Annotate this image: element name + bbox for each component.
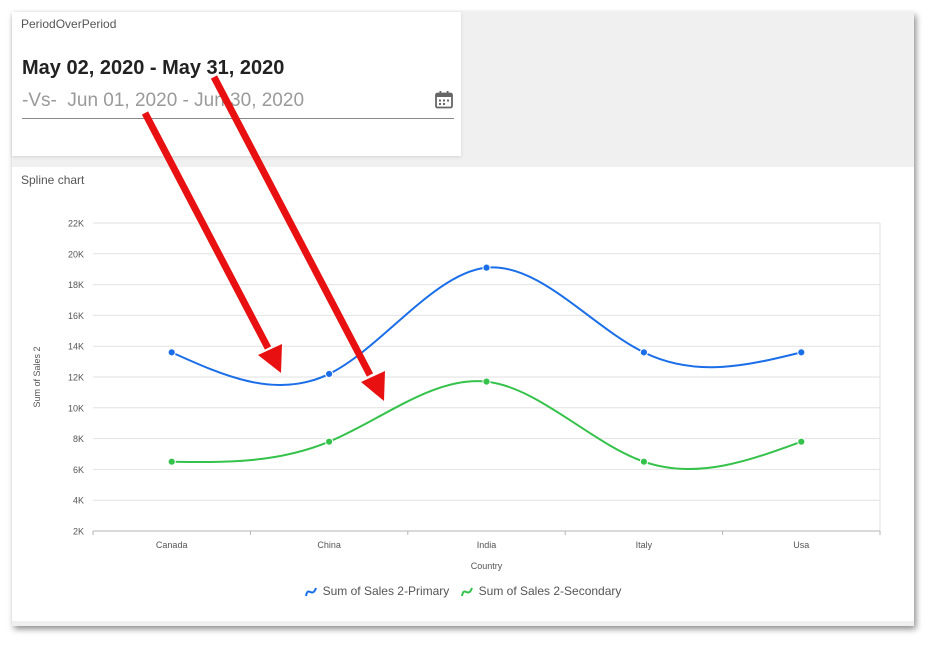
- x-tick-label: Usa: [793, 540, 809, 550]
- spline-series-icon: [304, 587, 317, 597]
- y-tick-label: 22K: [68, 219, 84, 229]
- data-point: [167, 348, 176, 357]
- data-point: [639, 457, 649, 466]
- compare-date-range-text: -Vs- Jun 01, 2020 - Jun 30, 2020: [22, 90, 305, 111]
- y-tick-label: 12K: [68, 373, 84, 383]
- period-over-period-card: PeriodOverPeriod May 02, 2020 - May 31, …: [12, 12, 461, 156]
- y-axis-title: Sum of Sales 2: [32, 346, 42, 407]
- card-title: PeriodOverPeriod: [21, 17, 117, 31]
- x-tick-label: Italy: [636, 540, 653, 550]
- y-tick-label: 2K: [73, 527, 84, 537]
- series-line: [171, 380, 802, 471]
- data-point: [325, 369, 334, 379]
- data-point: [167, 457, 176, 466]
- spline-chart: 2K 4K 6K 8K 10K 12K 14K 16K 18K 20K 22K Canada China…: [32, 219, 881, 571]
- legend-label-secondary: Sum of Sales 2-Secondary: [478, 584, 622, 598]
- data-point: [325, 437, 334, 446]
- legend-item-secondary[interactable]: Sum of Sales 2-Secondary: [460, 584, 622, 598]
- y-tick-label: 16K: [68, 311, 84, 321]
- y-tick-label: 18K: [68, 280, 84, 290]
- y-tick-label: 10K: [68, 403, 84, 413]
- x-tick-label: India: [477, 540, 497, 550]
- data-point: [482, 377, 491, 386]
- calendar-icon[interactable]: [434, 90, 454, 110]
- legend-label-primary: Sum of Sales 2-Primary: [322, 584, 450, 598]
- spline-series-icon: [460, 587, 473, 597]
- y-tick-label: 4K: [73, 496, 84, 506]
- app-frame: PeriodOverPeriod May 02, 2020 - May 31, …: [12, 12, 914, 626]
- spline-chart-card: Spline chart 2K 4K 6K 8K 10K 12K 14K 16K 18K 20K 2…: [12, 167, 914, 621]
- compare-date-range-input[interactable]: -Vs- Jun 01, 2020 - Jun 30, 2020: [22, 88, 454, 119]
- primary-date-range: May 02, 2020 - May 31, 2020: [22, 57, 285, 79]
- x-tick-label: China: [317, 540, 341, 550]
- y-tick-label: 6K: [73, 465, 84, 475]
- data-point: [797, 348, 806, 357]
- y-tick-label: 8K: [73, 434, 84, 444]
- y-tick-label: 14K: [68, 342, 84, 352]
- data-point: [797, 437, 806, 446]
- data-point: [482, 263, 491, 272]
- x-axis-title: Country: [471, 561, 503, 571]
- chart-legend: Sum of Sales 2-Primary Sum of Sales 2-Se…: [12, 584, 914, 598]
- y-tick-label: 20K: [68, 249, 84, 259]
- data-point: [639, 348, 649, 357]
- legend-item-primary[interactable]: Sum of Sales 2-Primary: [304, 584, 450, 598]
- x-tick-label: Canada: [156, 540, 188, 550]
